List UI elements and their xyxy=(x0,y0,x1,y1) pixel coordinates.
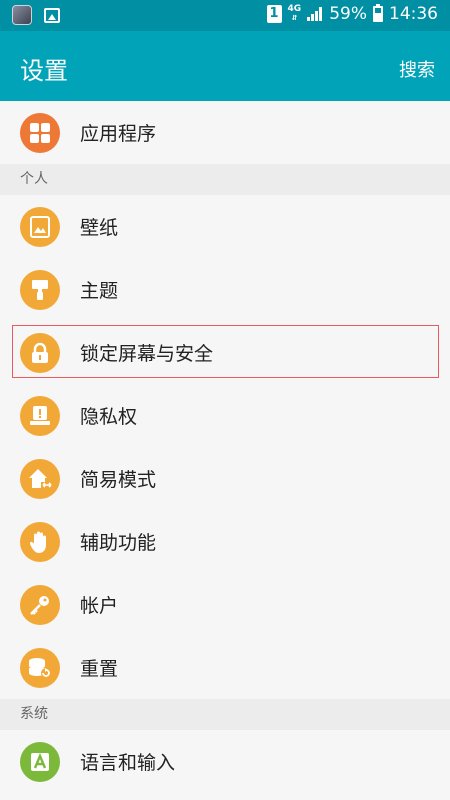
settings-item-apps[interactable]: 应用程序 xyxy=(0,101,450,164)
wallpaper-icon xyxy=(20,206,60,247)
network-type-icon: 4G ⇵ xyxy=(287,4,302,23)
section-header-personal: 个人 xyxy=(0,164,450,195)
status-bar: 1 4G ⇵ 59% 14:36 xyxy=(0,0,450,31)
sim-card-icon: 1 xyxy=(266,5,282,23)
settings-item-label: 辅助功能 xyxy=(80,532,157,554)
settings-item-language-input[interactable]: 语言和输入 xyxy=(0,730,450,793)
settings-item-label: 主题 xyxy=(80,280,119,302)
settings-item-easy-mode[interactable]: 简易模式 xyxy=(0,447,450,510)
network-type-text: 4G xyxy=(287,4,302,14)
settings-item-label: 壁纸 xyxy=(80,217,119,239)
settings-list: 应用程序 个人 壁纸 主题 锁定屏幕与安全 隐私权 简易模式 辅助功能 帐户 重… xyxy=(0,101,450,800)
key-icon xyxy=(20,584,60,625)
settings-item-label: 帐户 xyxy=(80,595,119,617)
accessibility-hand-icon xyxy=(20,521,60,562)
privacy-alert-icon xyxy=(20,395,60,436)
settings-item-reset[interactable]: 重置 xyxy=(0,636,450,699)
settings-item-label: 简易模式 xyxy=(80,469,157,491)
apps-grid-icon xyxy=(20,112,60,153)
theme-brush-icon xyxy=(20,269,60,310)
clock: 14:36 xyxy=(389,4,438,24)
page-title: 设置 xyxy=(20,57,68,85)
settings-item-label: 隐私权 xyxy=(80,406,138,428)
language-input-icon xyxy=(20,741,60,782)
settings-item-label: 锁定屏幕与安全 xyxy=(80,343,214,365)
app-notification-icon xyxy=(12,5,32,25)
settings-item-label: 语言和输入 xyxy=(80,752,176,774)
settings-item-label: 应用程序 xyxy=(80,123,157,145)
section-header-system: 系统 xyxy=(0,699,450,730)
image-notification-icon xyxy=(44,7,60,23)
settings-item-lockscreen-security[interactable]: 锁定屏幕与安全 xyxy=(0,321,450,384)
settings-item-accounts[interactable]: 帐户 xyxy=(0,573,450,636)
lock-icon xyxy=(20,332,60,373)
signal-strength-icon xyxy=(307,7,323,21)
reset-database-icon xyxy=(20,647,60,688)
battery-icon xyxy=(373,4,383,22)
search-button[interactable]: 搜索 xyxy=(399,56,435,82)
easy-mode-home-icon xyxy=(20,458,60,499)
settings-item-theme[interactable]: 主题 xyxy=(0,258,450,321)
settings-item-label: 重置 xyxy=(80,658,119,680)
battery-percent: 59% xyxy=(329,4,367,24)
settings-item-accessibility[interactable]: 辅助功能 xyxy=(0,510,450,573)
settings-item-wallpaper[interactable]: 壁纸 xyxy=(0,195,450,258)
app-bar: 设置 搜索 xyxy=(0,31,450,101)
settings-item-privacy[interactable]: 隐私权 xyxy=(0,384,450,447)
